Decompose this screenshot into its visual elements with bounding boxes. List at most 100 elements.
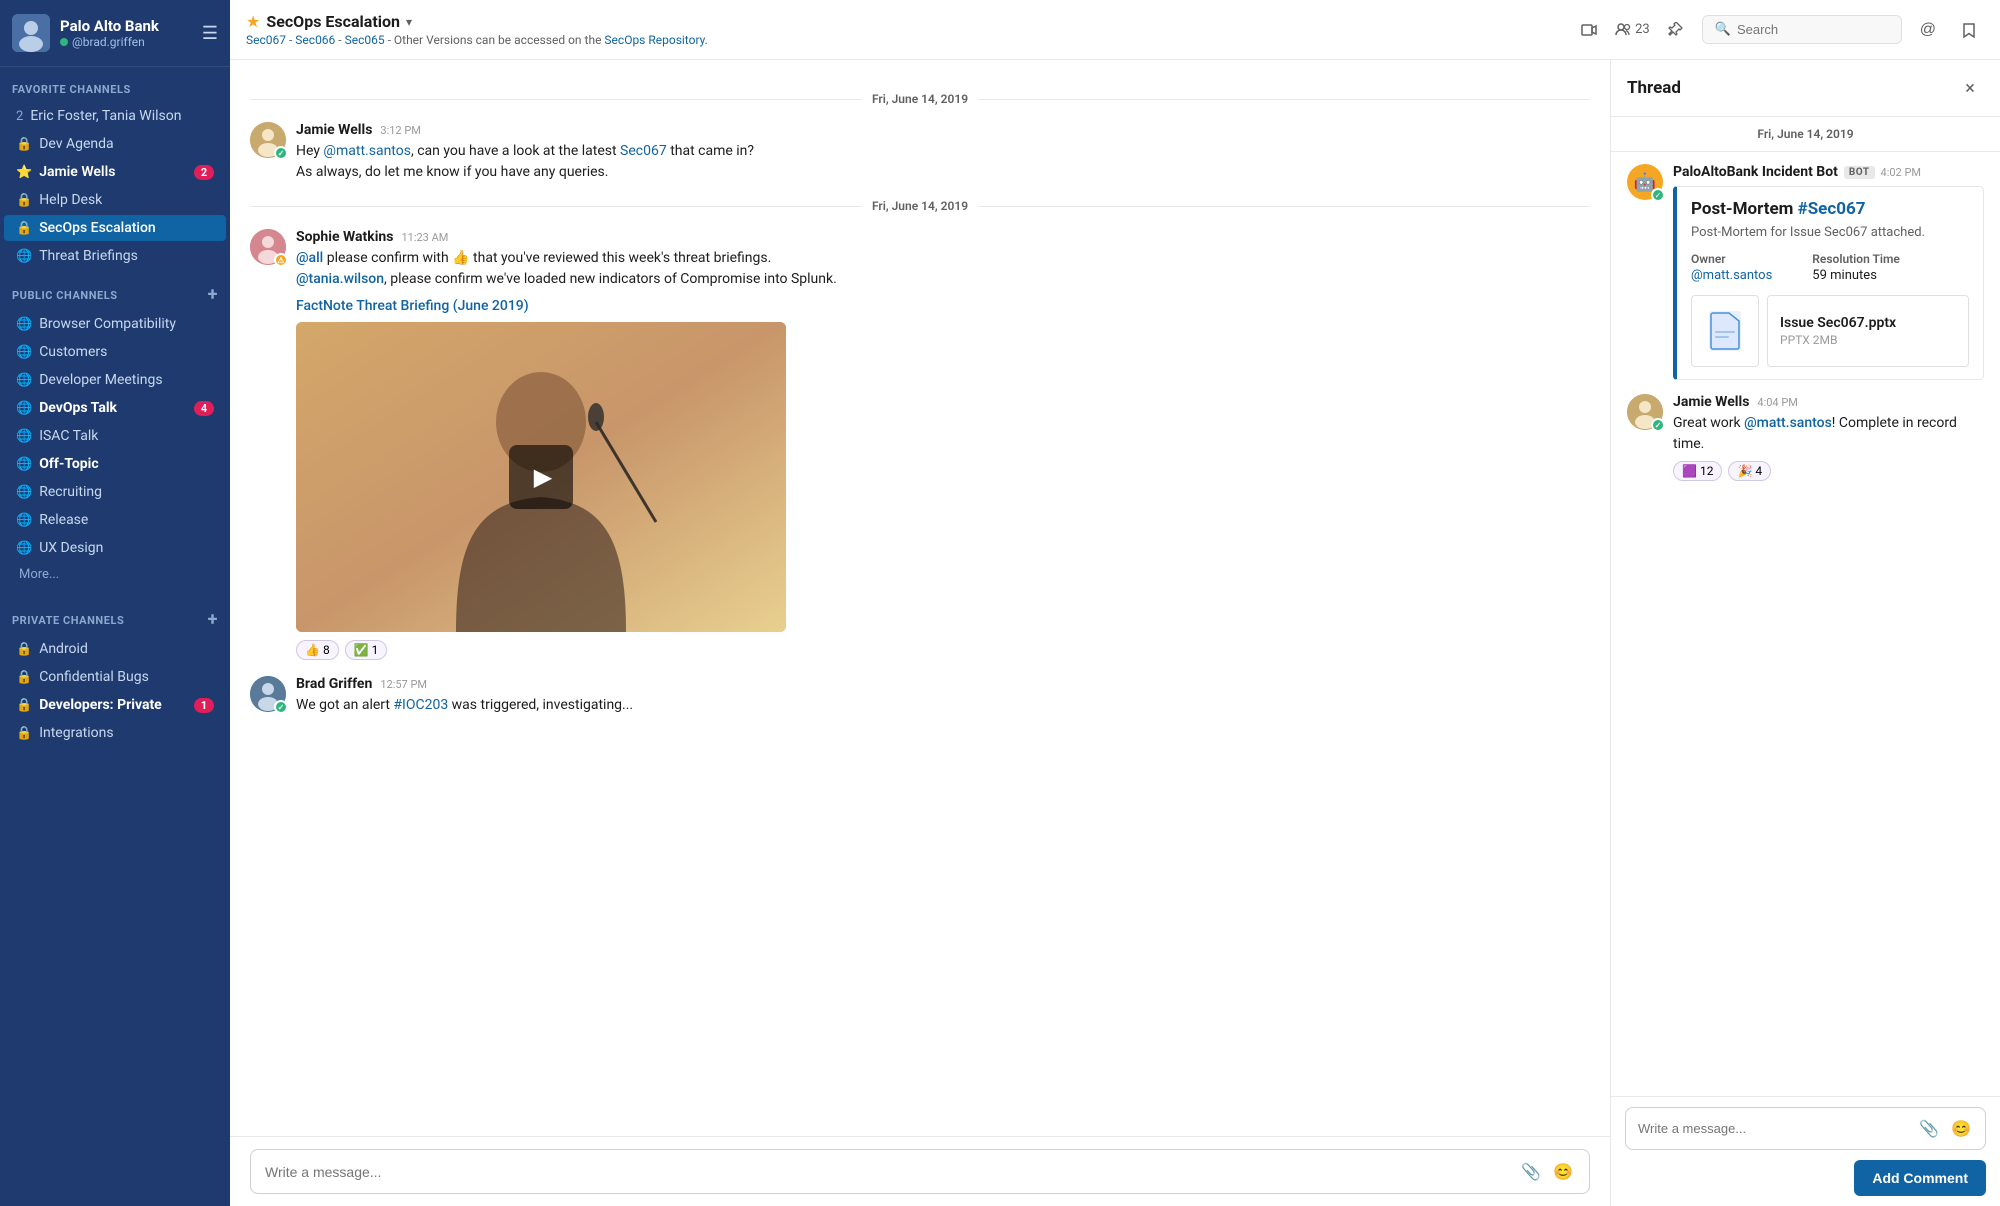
thread-attach-button[interactable]: 📎 (1917, 1117, 1941, 1140)
link-sec067[interactable]: Sec067 (620, 143, 667, 159)
sidebar-item-developer-meetings[interactable]: 🌐 Developer Meetings (4, 367, 226, 393)
repo-link[interactable]: SecOps Repository. (604, 33, 707, 47)
sidebar-item-threat-briefings[interactable]: 🌐 Threat Briefings (4, 243, 226, 269)
sidebar-item-devops-talk[interactable]: 🌐 DevOps Talk 4 (4, 395, 226, 421)
warning-badge: ⚠ (274, 253, 288, 267)
verified-bot-badge: ✓ (1651, 188, 1665, 202)
thread-title: Thread (1627, 78, 1681, 98)
video-call-button[interactable] (1573, 18, 1605, 42)
lock-icon: 🔒 (16, 221, 32, 236)
thread-messages: 🤖 ✓ PaloAltoBank Incident Bot BOT 4:02 P… (1611, 152, 2000, 1096)
lock-icon: 🔒 (16, 193, 32, 208)
thread-reaction-squares[interactable]: 🟪 12 (1673, 461, 1722, 481)
subtitle-link1[interactable]: Sec067 (246, 33, 286, 47)
sidebar-item-developers-private[interactable]: 🔒 Developers: Private 1 (4, 692, 226, 718)
search-input[interactable] (1737, 22, 1877, 37)
reaction-check[interactable]: ✅ 1 (345, 640, 388, 660)
add-comment-button[interactable]: Add Comment (1854, 1160, 1986, 1196)
message-2: ⚠ Sophie Watkins 11:23 AM @all please co… (250, 229, 1590, 660)
sidebar-item-off-topic[interactable]: 🌐 Off-Topic (4, 451, 226, 477)
incident-desc: Post-Mortem for Issue Sec067 attached. (1691, 225, 1969, 240)
globe-icon: 🌐 (16, 373, 32, 388)
bot-time: 4:02 PM (1881, 166, 1921, 179)
messages-area: Fri, June 14, 2019 ✓ Jamie Wells 3:12 (230, 60, 1610, 1136)
subtitle-link3[interactable]: Sec065 (345, 33, 385, 47)
globe-icon: 🌐 (16, 457, 32, 472)
incident-link[interactable]: #Sec067 (1798, 199, 1866, 219)
sidebar-item-isac-talk[interactable]: 🌐 ISAC Talk (4, 423, 226, 449)
link-title[interactable]: FactNote Threat Briefing (June 2019) (296, 298, 1590, 314)
workspace-info: Palo Alto Bank @brad.griffen (60, 17, 202, 49)
sidebar-item-confidential-bugs[interactable]: 🔒 Confidential Bugs (4, 664, 226, 690)
message-1-text: Hey @matt.santos, can you have a look at… (296, 141, 1590, 183)
globe-icon: 🌐 (16, 345, 32, 360)
incident-card: Post-Mortem #Sec067 Post-Mortem for Issu… (1673, 186, 1984, 380)
menu-icon[interactable]: ☰ (202, 23, 218, 44)
lock-icon: 🔒 (16, 670, 32, 685)
link-ioc203[interactable]: #IOC203 (393, 697, 448, 713)
thread-message-input[interactable] (1638, 1121, 1909, 1136)
sidebar-item-android[interactable]: 🔒 Android (4, 636, 226, 662)
workspace-header[interactable]: Palo Alto Bank @brad.griffen ☰ (0, 0, 230, 67)
message-input-box: 📎 😊 (250, 1149, 1590, 1194)
thread-reply-text: Great work @matt.santos! Complete in rec… (1673, 413, 1984, 455)
message-3-text: We got an alert #IOC203 was triggered, i… (296, 695, 1590, 716)
verified-badge-brad: ✓ (274, 700, 288, 714)
sidebar-item-recruiting[interactable]: 🌐 Recruiting (4, 479, 226, 505)
thread-reply-body: Jamie Wells 4:04 PM Great work @matt.san… (1673, 394, 1984, 481)
reaction-thumbsup[interactable]: 👍 8 (296, 640, 339, 660)
file-name[interactable]: Issue Sec067.pptx (1780, 315, 1956, 331)
link-preview: FactNote Threat Briefing (June 2019) (296, 298, 1590, 314)
workspace-avatar (12, 14, 50, 52)
sidebar-item-release[interactable]: 🌐 Release (4, 507, 226, 533)
incident-title: Post-Mortem #Sec067 (1691, 199, 1969, 219)
more-channels-link[interactable]: More... (0, 562, 230, 587)
video-play-button[interactable] (509, 445, 573, 509)
star-icon: ★ (246, 12, 260, 31)
sidebar-item-secops-escalation[interactable]: 🔒 SecOps Escalation (4, 215, 226, 241)
message-1-time: 3:12 PM (380, 124, 420, 137)
sidebar-item-jamie-wells[interactable]: ⭐ Jamie Wells 2 (4, 159, 226, 185)
file-icon (1709, 311, 1741, 351)
chevron-down-icon[interactable]: ▾ (406, 15, 412, 29)
globe-icon: 🌐 (16, 429, 32, 444)
mention-matt-thread[interactable]: @matt.santos (1744, 415, 1832, 431)
sidebar-item-dev-agenda[interactable]: 🔒 Dev Agenda (4, 131, 226, 157)
owner-value[interactable]: @matt.santos (1691, 268, 1772, 283)
attach-file-button[interactable]: 📎 (1519, 1160, 1543, 1183)
bookmark-button[interactable] (1954, 18, 1984, 42)
message-input[interactable] (265, 1164, 1511, 1180)
search-box[interactable]: 🔍 (1702, 15, 1902, 44)
bot-badge: BOT (1844, 166, 1875, 179)
sidebar-item-help-desk[interactable]: 🔒 Help Desk (4, 187, 226, 213)
globe-icon: 🌐 (16, 541, 32, 556)
sidebar-item-eric-tania[interactable]: 2 Eric Foster, Tania Wilson (4, 103, 226, 129)
add-private-channel-button[interactable]: + (208, 611, 218, 629)
mention-all[interactable]: @all (296, 250, 323, 266)
mention-matt-santos[interactable]: @matt.santos (323, 143, 411, 159)
message-1-body: Jamie Wells 3:12 PM Hey @matt.santos, ca… (296, 122, 1590, 183)
thread-reaction-party[interactable]: 🎉 4 (1728, 461, 1771, 481)
globe-icon: 🌐 (16, 513, 32, 528)
thread-header: Thread × (1611, 60, 2000, 117)
globe-icon: 🌐 (16, 401, 32, 416)
sidebar-item-browser-compatibility[interactable]: 🌐 Browser Compatibility (4, 311, 226, 337)
private-channels-section: PRIVATE CHANNELS + (0, 595, 230, 635)
at-mention-button[interactable]: @ (1912, 17, 1944, 43)
video-preview[interactable] (296, 322, 786, 632)
mention-tania-wilson[interactable]: @tania.wilson (296, 271, 384, 287)
thread-panel: Thread × Fri, June 14, 2019 🤖 ✓ PaloAlto… (1610, 60, 2000, 1206)
resolution-label: Resolution Time (1812, 252, 1900, 266)
close-thread-button[interactable]: × (1956, 74, 1984, 102)
lock-icon: 🔒 (16, 726, 32, 741)
pin-button[interactable] (1660, 18, 1692, 42)
emoji-button[interactable]: 😊 (1551, 1160, 1575, 1183)
sidebar-item-ux-design[interactable]: 🌐 UX Design (4, 535, 226, 561)
sidebar-item-integrations[interactable]: 🔒 Integrations (4, 720, 226, 746)
thread-emoji-button[interactable]: 😊 (1949, 1117, 1973, 1140)
add-public-channel-button[interactable]: + (208, 286, 218, 304)
subtitle-link2[interactable]: Sec066 (295, 33, 335, 47)
members-count[interactable]: 23 (1615, 22, 1650, 38)
sidebar-item-customers[interactable]: 🌐 Customers (4, 339, 226, 365)
content-area: Fri, June 14, 2019 ✓ Jamie Wells 3:12 (230, 60, 2000, 1206)
